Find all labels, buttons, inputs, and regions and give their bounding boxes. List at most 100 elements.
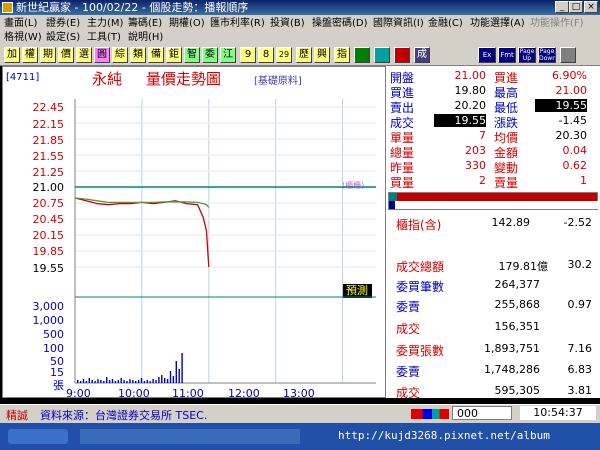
page-down-button[interactable]: Page Down [538,47,556,63]
index-change: -2.52 [563,216,592,229]
volume-bar [123,380,125,383]
clock: 10:54:37 [520,406,596,420]
volume-bar [166,379,169,383]
taskbar: http://kujd3268.pixnet.net/album [0,423,600,450]
minimize-button[interactable]: _ [555,1,569,13]
buy-sell-bar [388,192,599,210]
volume-bar [100,380,102,383]
quote-value: -1.45 [558,114,587,127]
menu-function-operate[interactable]: 功能操作(F) [530,17,584,30]
stat-value: 264,377 [494,278,541,291]
stat-label: 成交 [396,322,421,336]
volume-bar [129,379,131,383]
volume-bar [164,378,166,383]
volume-bar [117,380,119,383]
volume-bar [146,380,148,383]
stat-extra: 7.16 [567,342,593,355]
quote-value: 6.90% [552,69,587,82]
signal-indicator [411,409,449,419]
volume-bar [94,381,96,383]
volume-bar [85,381,88,383]
volume-bar [126,381,128,383]
volume-bar [149,381,151,383]
stat-extra: 30.2 [567,258,593,271]
quote-value: 0.62 [562,159,588,172]
volume-bar [181,353,183,383]
menu-finance[interactable]: 金融(C) [428,17,463,30]
stat-extra: 6.83 [567,363,593,376]
volume-bar [132,380,134,383]
index-label: 櫃指(含) [396,218,442,232]
stat-label: 委買張數 [396,344,445,358]
volume-bar [137,380,140,383]
volume-bar [111,379,114,383]
volume-bar [88,378,90,383]
stock-code-input[interactable]: 000 [452,406,512,420]
watermark-url: http://kujd3268.pixnet.net/album [338,429,550,442]
menu-function-select[interactable]: 功能選擇(A) [470,17,525,30]
price-volume-chart [74,99,376,384]
volume-bar [108,380,111,383]
volume-bar [82,379,85,383]
quote-value: 21.00 [454,69,487,82]
volume-bar [120,378,122,383]
stat-value: 255,868 [494,298,541,311]
stat-label: 成交總額 [396,260,445,274]
quote-value: 19.80 [454,84,487,97]
stat-value: 595,305 [494,384,541,397]
volume-bar [155,380,157,383]
stat-value: 1,748,286 [484,363,540,376]
volume-bar [152,379,154,383]
volume-bar [140,378,143,383]
volume-bar [103,381,105,383]
volume-bar [79,381,82,383]
stat-value: 1,893,751 [484,342,540,355]
data-source: 資料來源：台灣證券交易所 TSEC. [40,409,208,422]
stat-extra: 0.97 [567,298,593,311]
quote-label: 賣量 [494,176,519,190]
start-button[interactable] [8,429,68,444]
stat-extra: 3.81 [567,384,593,397]
volume-bar [91,380,93,383]
alert-icon[interactable] [394,47,410,63]
tb-button-fmt[interactable]: Fmt [498,47,516,63]
quote-value: 2 [479,174,486,187]
volume-bar [114,381,117,383]
volume-bar [143,381,146,383]
volume-bar [161,375,163,383]
exit-icon[interactable] [560,47,576,63]
volume-bar [175,361,177,383]
tb-button-ex[interactable]: Ex [478,47,496,63]
quote-value: 330 [465,159,486,172]
volume-bar [77,380,79,383]
stat-label: 委賣 [396,300,421,314]
index-value: 142.89 [491,216,531,229]
taskbar-items[interactable] [80,429,300,444]
volume-bar [158,377,160,383]
volume-bar [97,379,99,383]
quote-value: 0.04 [562,144,588,157]
quote-value: 19.55 [535,99,587,112]
quote-value: 20.30 [555,129,588,142]
volume-bar [169,371,172,383]
stat-label: 委買筆數 [396,280,445,294]
volume-bar [178,369,180,383]
stat-value: 156,351 [494,320,541,333]
volume-bar [172,376,175,383]
quote-value: 20.20 [454,99,487,112]
tb-button-trade[interactable]: 成 [414,47,430,63]
volume-bar [106,377,108,383]
maximize-button[interactable]: □ [569,1,583,13]
page-up-button[interactable]: Page Up [518,47,536,63]
stat-label: 成交 [396,386,421,400]
volume-bar [135,381,137,383]
close-button[interactable]: × [584,1,598,13]
last-price: 19.55 [434,114,486,127]
quote-value: 21.00 [555,84,588,97]
quote-value: 7 [479,129,486,142]
stat-value: 179.81億 [498,260,549,273]
stat-label: 委賣 [396,365,421,379]
quote-value: 203 [465,144,486,157]
broker-tag: 精誠 [6,409,28,422]
quote-label: 買量 [390,176,415,190]
